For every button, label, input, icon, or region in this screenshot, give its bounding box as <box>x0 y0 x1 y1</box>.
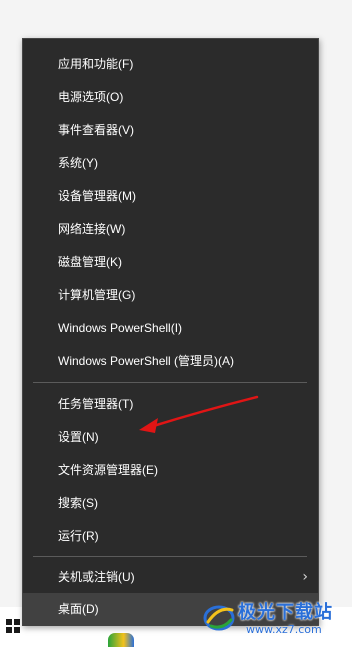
menu-item-run[interactable]: 运行(R) <box>23 520 318 553</box>
menu-item-label: 磁盘管理(K) <box>58 255 122 269</box>
menu-item-label: 系统(Y) <box>58 156 98 170</box>
watermark-title: 极光下载站 <box>238 602 333 623</box>
site-watermark: 极光下载站 www.xz7.com <box>202 596 350 646</box>
menu-item-search[interactable]: 搜索(S) <box>23 487 318 520</box>
winx-context-menu: 应用和功能(F) 电源选项(O) 事件查看器(V) 系统(Y) 设备管理器(M)… <box>22 38 319 626</box>
menu-item-settings[interactable]: 设置(N) <box>23 421 318 454</box>
menu-separator <box>33 382 307 383</box>
menu-item-network-connections[interactable]: 网络连接(W) <box>23 213 318 246</box>
menu-item-apps-features[interactable]: 应用和功能(F) <box>23 48 318 81</box>
menu-item-label: 运行(R) <box>58 529 99 543</box>
watermark-url: www.xz7.com <box>246 623 322 636</box>
menu-item-label: 事件查看器(V) <box>58 123 134 137</box>
menu-item-label: 设置(N) <box>58 430 99 444</box>
menu-item-event-viewer[interactable]: 事件查看器(V) <box>23 114 318 147</box>
watermark-logo-icon <box>203 605 235 631</box>
menu-item-label: 关机或注销(U) <box>58 570 135 584</box>
menu-separator <box>33 556 307 557</box>
menu-item-disk-management[interactable]: 磁盘管理(K) <box>23 246 318 279</box>
menu-item-power-options[interactable]: 电源选项(O) <box>23 81 318 114</box>
menu-item-label: 网络连接(W) <box>58 222 126 236</box>
menu-item-powershell[interactable]: Windows PowerShell(I) <box>23 312 318 345</box>
menu-item-shutdown-signout[interactable]: 关机或注销(U) › <box>23 561 318 594</box>
menu-item-powershell-admin[interactable]: Windows PowerShell (管理员)(A) <box>23 345 318 378</box>
chrome-icon[interactable] <box>108 633 134 647</box>
menu-item-label: 设备管理器(M) <box>58 189 136 203</box>
menu-item-label: 桌面(D) <box>58 602 99 616</box>
menu-item-computer-management[interactable]: 计算机管理(G) <box>23 279 318 312</box>
menu-item-system[interactable]: 系统(Y) <box>23 147 318 180</box>
windows-start-icon[interactable] <box>6 619 20 633</box>
menu-item-task-manager[interactable]: 任务管理器(T) <box>23 388 318 421</box>
menu-item-label: 任务管理器(T) <box>58 397 134 411</box>
menu-item-device-manager[interactable]: 设备管理器(M) <box>23 180 318 213</box>
menu-item-label: Windows PowerShell (管理员)(A) <box>58 354 235 368</box>
menu-item-label: 文件资源管理器(E) <box>58 463 158 477</box>
menu-item-label: 电源选项(O) <box>58 90 124 104</box>
menu-item-label: 搜索(S) <box>58 496 98 510</box>
screenshot-root: 应用和功能(F) 电源选项(O) 事件查看器(V) 系统(Y) 设备管理器(M)… <box>0 0 352 649</box>
menu-item-file-explorer[interactable]: 文件资源管理器(E) <box>23 454 318 487</box>
menu-item-label: 计算机管理(G) <box>58 288 136 302</box>
menu-item-label: 应用和功能(F) <box>58 57 134 71</box>
chevron-right-icon: › <box>302 569 308 585</box>
menu-item-label: Windows PowerShell(I) <box>58 321 183 335</box>
